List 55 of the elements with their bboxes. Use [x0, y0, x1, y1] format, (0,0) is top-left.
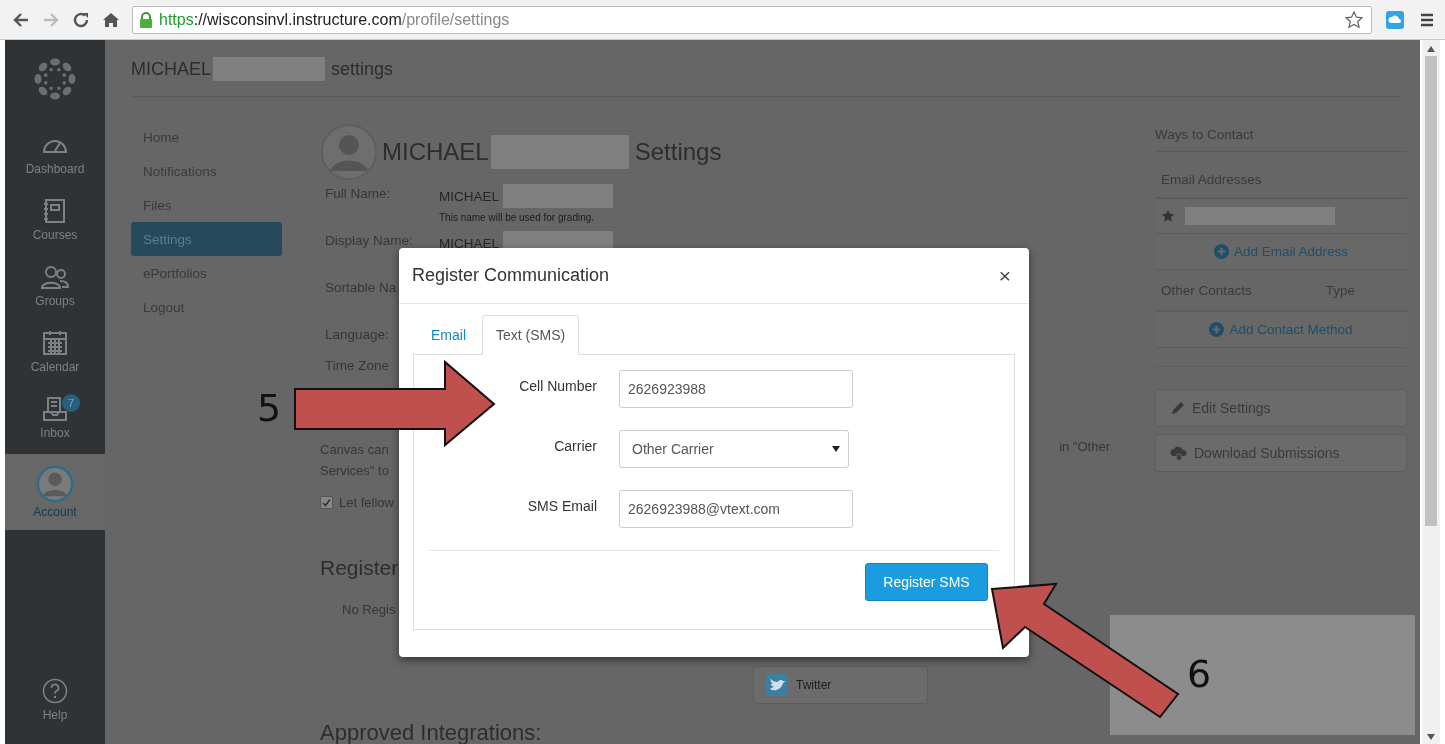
step-number: 5 [257, 386, 282, 430]
field-label: SMS Email [526, 497, 597, 514]
page-title: MICHAEL [131, 58, 211, 80]
help-nav-item[interactable]: Help [5, 678, 105, 744]
address-bar[interactable]: https://wisconsinvl.instructure.com/profile/settings [132, 5, 1372, 34]
star-icon [1161, 209, 1175, 223]
scrollbar[interactable] [1422, 40, 1440, 744]
nav-item[interactable]: Account [5, 454, 105, 530]
tab[interactable]: Email [417, 315, 480, 355]
scroll-down-arrow-icon[interactable] [1427, 734, 1435, 740]
profile-heading: Settings [634, 138, 722, 166]
dotted-ring-logo[interactable] [32, 56, 78, 102]
scroll-up-arrow-icon[interactable] [1427, 46, 1435, 52]
field-hint: This name will be used for grading. [439, 212, 596, 223]
field-label: Carrier [553, 437, 597, 454]
checkbox[interactable] [320, 496, 333, 509]
plus-circle-icon [1213, 244, 1229, 259]
nav-item[interactable]: Courses [5, 186, 105, 252]
field-value: MICHAEL [439, 235, 499, 251]
nav-item[interactable]: Groups [5, 252, 105, 318]
padlock-icon [139, 11, 153, 28]
service-button[interactable]: Twitter [753, 666, 928, 704]
inbox-tray-icon [40, 394, 70, 424]
carrier-dropdown[interactable]: Other Carrier [619, 430, 849, 468]
plus-circle-icon [1209, 322, 1225, 337]
page-title: settings [331, 58, 394, 80]
nav-item[interactable]: Calendar [5, 318, 105, 384]
field-label: Cell Number [518, 377, 597, 394]
pencil-icon [1170, 400, 1186, 416]
caret-icon [832, 446, 840, 452]
cloud-extension-icon[interactable] [1386, 10, 1404, 29]
back-arrow-icon[interactable] [12, 10, 30, 29]
profile-heading: MICHAEL [382, 138, 489, 166]
star-outline-icon[interactable] [1345, 10, 1363, 29]
field-value: MICHAEL [439, 188, 499, 204]
input-field[interactable]: 2626923988@vtext.com [619, 490, 853, 528]
bird-logo-icon [766, 674, 788, 696]
avatar-icon [36, 465, 74, 503]
step-number: 6 [1187, 652, 1212, 696]
register-sms-button[interactable]: Register SMS [865, 563, 988, 601]
avatar-icon [320, 124, 378, 180]
nav-item[interactable]: Dashboard [5, 120, 105, 186]
help-icon [42, 678, 68, 704]
home-icon[interactable] [102, 10, 120, 29]
section-heading: Register [320, 556, 400, 580]
nav-item[interactable]: Inbox 7 [5, 384, 105, 450]
section-heading: Approved Integrations: [320, 720, 543, 744]
tab[interactable]: Text (SMS) [482, 315, 580, 355]
cloud-download-icon [1170, 445, 1188, 461]
input-field[interactable]: 2626923988 [619, 370, 853, 408]
unread-badge: 7 [62, 394, 80, 412]
dialog-title: Register Communication [412, 265, 610, 286]
close-button[interactable]: × [998, 265, 1011, 286]
reload-icon[interactable] [72, 10, 90, 29]
calendar-icon [40, 328, 70, 358]
